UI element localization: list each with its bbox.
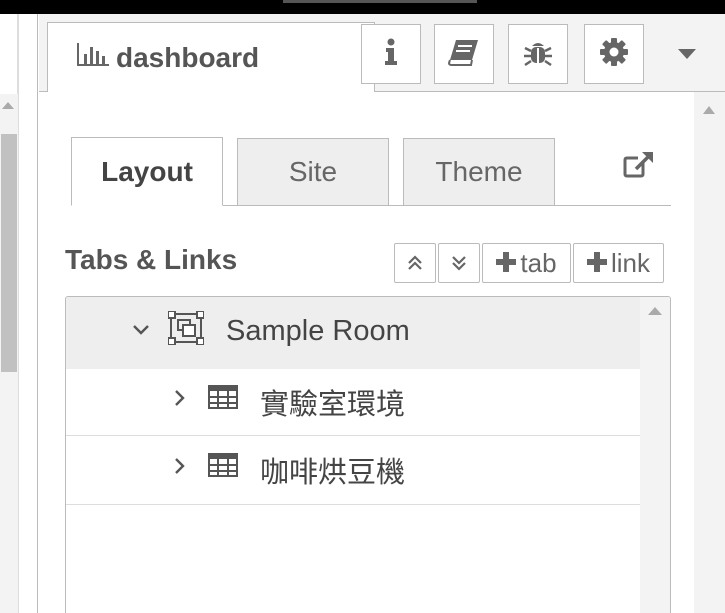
double-chevron-down-icon [450,248,468,279]
add-tab-button[interactable]: tab [482,243,571,283]
chevron-down-icon[interactable] [132,323,150,341]
sidebar-menu-button[interactable] [659,24,715,84]
group-frame-icon [167,310,205,350]
tree-group-label: Sample Room [226,315,410,347]
info-icon [383,38,399,71]
add-link-label: link [610,247,650,278]
gear-icon [599,37,629,72]
workspace-edge [0,14,38,613]
plus-icon [496,247,517,279]
tab-site[interactable]: Site [237,138,389,206]
open-dashboard-link[interactable] [619,148,659,184]
sidebar-scrollbar[interactable] [694,92,725,613]
section-title: Tabs & Links [65,244,238,275]
external-link-icon [623,150,655,183]
chevron-right-icon[interactable] [174,457,186,480]
tree-item-label: 咖啡烘豆機 [260,455,406,489]
caret-down-icon [678,49,696,59]
tab-theme-label: Theme [435,156,523,187]
book-icon [447,38,480,71]
tree-item-row[interactable]: 咖啡烘豆機 [66,437,641,505]
add-link-button[interactable]: link [573,243,664,283]
info-button[interactable] [361,24,421,84]
add-tab-label: tab [520,247,557,278]
tree-scrollbar[interactable] [640,297,670,613]
expand-all-button[interactable] [438,243,480,283]
double-chevron-up-icon [406,248,424,279]
plus-icon [586,247,607,279]
workspace-scrollbar-thumb[interactable] [1,134,17,372]
tab-theme[interactable]: Theme [403,138,555,206]
collapse-all-button[interactable] [394,243,436,283]
scroll-up-arrow-icon[interactable] [2,102,14,109]
bug-icon [523,37,553,72]
tree-item-label: 實驗室環境 [260,387,406,421]
help-button[interactable] [434,24,494,84]
tabs-links-tree: Sample Room 實驗室環境 咖啡烘豆機 [65,296,671,613]
window-top-bar [0,0,725,14]
scroll-up-arrow-icon[interactable] [703,106,715,114]
table-icon [208,385,238,414]
table-icon [208,453,238,482]
bar-chart-icon [76,42,110,73]
tree-item-row[interactable]: 實驗室環境 [66,369,641,436]
tree-group-row[interactable]: Sample Room [66,297,641,369]
tab-site-label: Site [288,156,338,187]
chevron-right-icon[interactable] [174,389,186,412]
tab-layout[interactable]: Layout [71,137,223,206]
config-button[interactable] [584,24,644,84]
dashboard-layout-panel: Layout Site Theme Tabs & Links tab link … [39,92,694,613]
sidebar-title: dashboard [116,41,260,73]
dashboard-tabs: Layout Site Theme [71,136,671,206]
dashboard-sidebar: dashboard Layout Site Theme Tabs & Links… [39,14,725,613]
top-bar-marker [283,0,477,3]
debug-button[interactable] [508,24,568,84]
tab-layout-label: Layout [101,155,193,187]
sidebar-tab-dashboard[interactable]: dashboard [47,22,375,92]
scroll-up-arrow-icon[interactable] [648,307,662,315]
